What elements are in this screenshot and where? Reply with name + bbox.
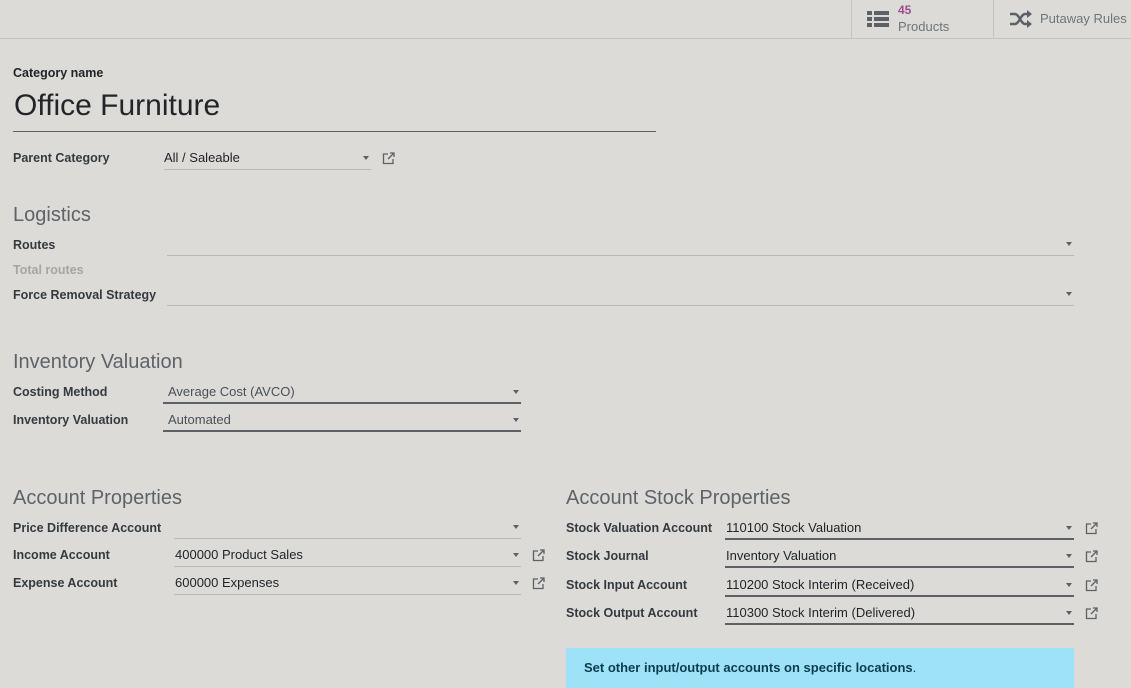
total-routes-label: Total routes xyxy=(13,263,84,277)
stock-journal-field[interactable]: Inventory Valuation xyxy=(725,544,1074,568)
price-difference-account-label: Price Difference Account xyxy=(13,521,162,535)
stock-journal-value: Inventory Valuation xyxy=(726,548,837,563)
chevron-down-icon[interactable] xyxy=(513,418,519,422)
locations-accounts-link[interactable]: Set other input/output accounts on speci… xyxy=(584,660,913,675)
expense-account-label: Expense Account xyxy=(13,576,118,590)
notice-suffix: . xyxy=(912,660,917,675)
external-link-icon[interactable] xyxy=(532,577,545,590)
stock-journal-label: Stock Journal xyxy=(566,549,649,563)
chevron-down-icon[interactable] xyxy=(513,525,519,529)
stock-input-account-value: 110200 Stock Interim (Received) xyxy=(726,577,915,592)
inventory-valuation-select[interactable]: Automated xyxy=(163,408,521,432)
shuffle-icon xyxy=(1010,10,1032,28)
chevron-down-icon[interactable] xyxy=(1066,554,1072,558)
putaway-rules-label: Putaway Rules xyxy=(1040,11,1127,26)
list-icon xyxy=(867,11,889,27)
products-smart-button[interactable]: 45 Products xyxy=(851,0,993,38)
stock-input-account-label: Stock Input Account xyxy=(566,578,688,592)
external-link-icon[interactable] xyxy=(1085,522,1098,535)
chevron-down-icon[interactable] xyxy=(513,390,519,394)
parent-category-label: Parent Category xyxy=(13,151,110,165)
force-removal-strategy-field[interactable] xyxy=(167,282,1074,306)
chevron-down-icon[interactable] xyxy=(513,553,519,557)
external-link-icon[interactable] xyxy=(1085,607,1098,620)
expense-account-value: 600000 Expenses xyxy=(175,575,280,590)
stock-output-account-value: 110300 Stock Interim (Delivered) xyxy=(726,605,916,620)
parent-category-field[interactable]: All / Saleable xyxy=(164,146,371,170)
inventory-valuation-title: Inventory Valuation xyxy=(13,351,183,373)
parent-category-value: All / Saleable xyxy=(164,150,240,165)
products-count: 45 xyxy=(898,3,912,17)
external-link-icon[interactable] xyxy=(1085,550,1098,563)
external-link-icon[interactable] xyxy=(1085,579,1098,592)
price-difference-account-field[interactable] xyxy=(174,515,521,539)
chevron-down-icon[interactable] xyxy=(363,156,369,160)
chevron-down-icon[interactable] xyxy=(1066,583,1072,587)
income-account-field[interactable]: 400000 Product Sales xyxy=(174,543,521,567)
account-stock-properties-title: Account Stock Properties xyxy=(566,487,791,509)
stock-valuation-account-field[interactable]: 110100 Stock Valuation xyxy=(725,516,1074,540)
stock-valuation-account-label: Stock Valuation Account xyxy=(566,521,713,535)
inventory-valuation-label: Inventory Valuation xyxy=(13,413,129,427)
stock-valuation-account-value: 110100 Stock Valuation xyxy=(726,520,862,535)
category-name-input[interactable]: Office Furniture xyxy=(13,86,656,132)
force-removal-strategy-label: Force Removal Strategy xyxy=(13,288,157,302)
products-label: Products xyxy=(898,19,950,34)
chevron-down-icon[interactable] xyxy=(513,581,519,585)
routes-field[interactable] xyxy=(167,232,1074,256)
putaway-rules-smart-button[interactable]: Putaway Rules xyxy=(993,0,1131,38)
income-account-label: Income Account xyxy=(13,548,110,562)
chevron-down-icon[interactable] xyxy=(1066,292,1072,296)
routes-label: Routes xyxy=(13,238,56,252)
expense-account-field[interactable]: 600000 Expenses xyxy=(174,571,521,595)
chevron-down-icon[interactable] xyxy=(1066,526,1072,530)
stock-output-account-label: Stock Output Account xyxy=(566,606,698,620)
stock-input-account-field[interactable]: 110200 Stock Interim (Received) xyxy=(725,573,1074,597)
category-name-label: Category name xyxy=(13,66,104,80)
button-box: 45 Products Putaway Rules xyxy=(0,0,1131,39)
chevron-down-icon[interactable] xyxy=(1066,242,1072,246)
chevron-down-icon[interactable] xyxy=(1066,611,1072,615)
costing-method-label: Costing Method xyxy=(13,385,108,399)
income-account-value: 400000 Product Sales xyxy=(175,547,303,562)
external-link-icon[interactable] xyxy=(532,549,545,562)
locations-accounts-notice: Set other input/output accounts on speci… xyxy=(566,648,1074,688)
account-properties-title: Account Properties xyxy=(13,487,182,509)
costing-method-value: Average Cost (AVCO) xyxy=(168,384,295,399)
inventory-valuation-value: Automated xyxy=(168,412,231,427)
costing-method-select[interactable]: Average Cost (AVCO) xyxy=(163,380,521,404)
external-link-icon[interactable] xyxy=(382,152,395,165)
stock-output-account-field[interactable]: 110300 Stock Interim (Delivered) xyxy=(725,601,1074,625)
logistics-title: Logistics xyxy=(13,204,91,226)
